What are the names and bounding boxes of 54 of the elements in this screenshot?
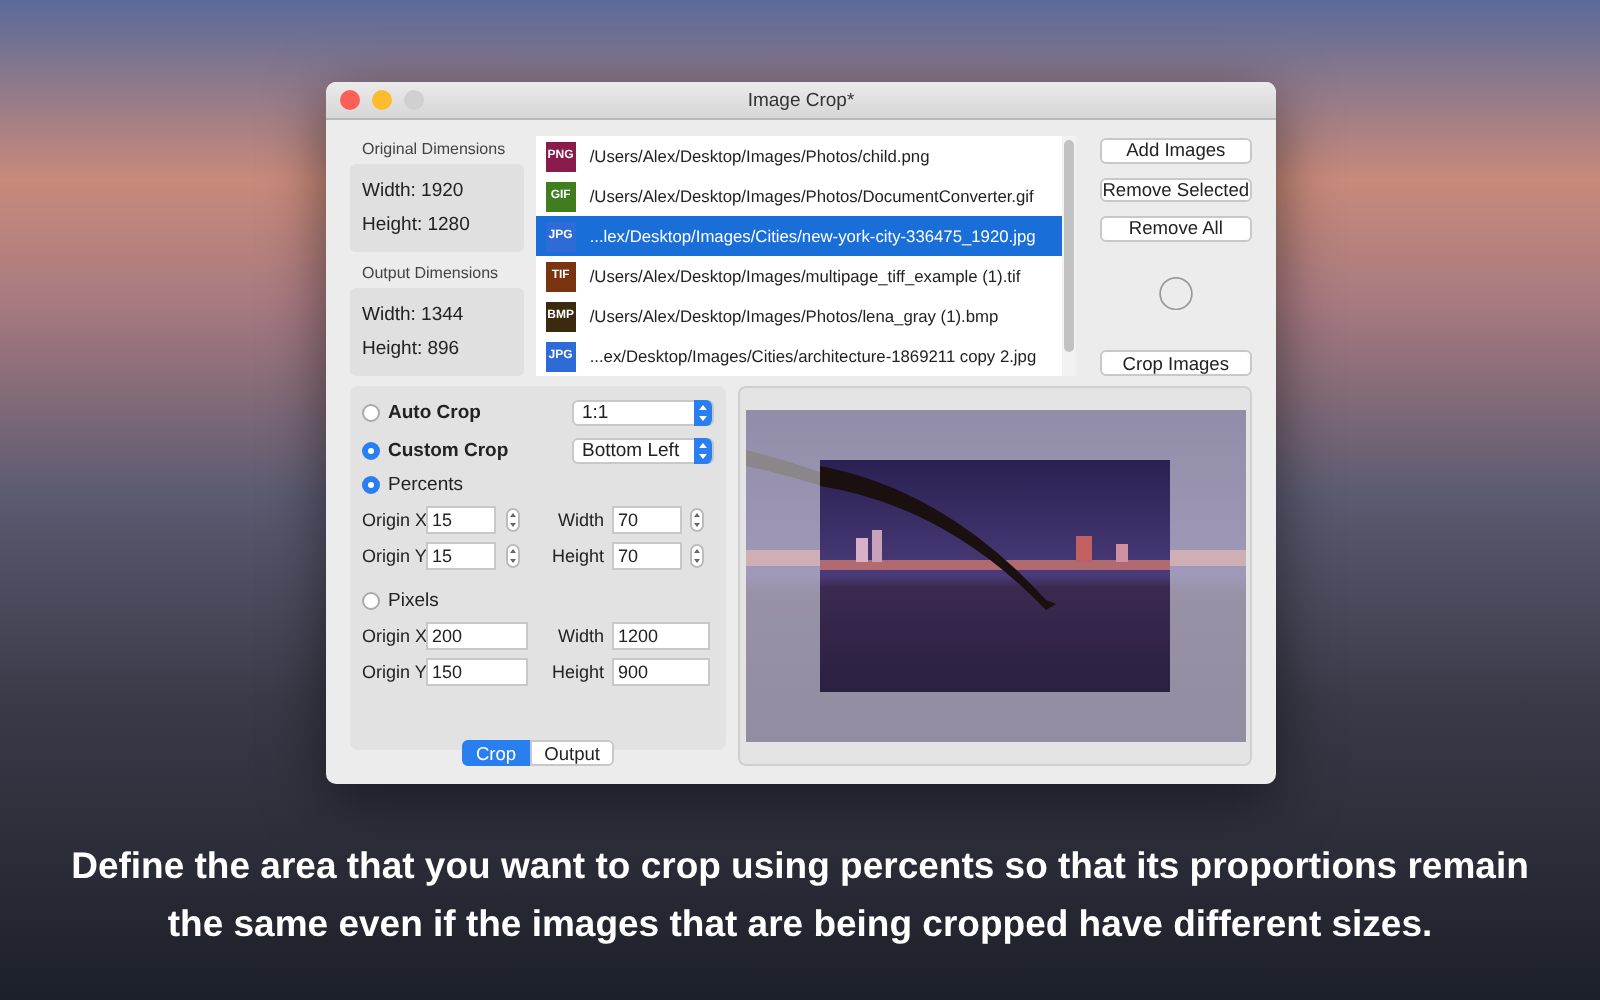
field-label: Width [555, 626, 606, 646]
file-path: /Users/Alex/Desktop/Images/Photos/DocumentConverter.gif [589, 186, 1034, 206]
file-path: /Users/Alex/Desktop/Images/multipage_tiff_example (1).tif [589, 266, 1021, 286]
action-button[interactable]: Remove All [1099, 216, 1252, 242]
stepper[interactable] [505, 544, 519, 568]
field-label: Width [555, 510, 606, 530]
field-label: Origin X [362, 626, 426, 646]
panel-heading: Output Dimensions [360, 262, 501, 286]
progress-circle-icon [1155, 275, 1196, 311]
action-button[interactable]: Remove Selected [1099, 177, 1252, 203]
radio-label: Custom Crop [388, 439, 509, 461]
file-path: /Users/Alex/Desktop/Images/Photos/child.png [589, 146, 930, 166]
input-field[interactable]: 70 [612, 542, 682, 570]
stepper[interactable] [505, 508, 519, 532]
input-field[interactable]: 15 [426, 542, 496, 570]
input-field[interactable]: 15 [426, 506, 496, 534]
width-text: Width: 1344 [362, 304, 466, 326]
stepper[interactable] [689, 508, 703, 532]
dropdown[interactable]: Bottom Left [572, 437, 714, 463]
radio-button[interactable] [362, 592, 380, 610]
close-button[interactable] [340, 90, 360, 110]
radio-button[interactable] [362, 476, 380, 494]
radio-label: Pixels [388, 590, 439, 612]
width-text: Width: 1920 [362, 180, 466, 202]
dropdown-arrows-icon [694, 437, 712, 463]
height-text: Height: 896 [362, 338, 462, 360]
input-field[interactable]: 200 [426, 622, 528, 650]
tab[interactable]: Crop [461, 740, 531, 766]
field-label: Origin X [362, 510, 426, 530]
input-field[interactable]: 70 [612, 506, 682, 534]
input-field[interactable]: 1200 [612, 622, 710, 650]
action-button[interactable]: Add Images [1099, 138, 1252, 164]
field-label: Height [549, 546, 606, 566]
height-text: Height: 1280 [362, 214, 472, 236]
field-label: Origin Y [362, 662, 426, 682]
panel-heading: Original Dimensions [360, 138, 508, 162]
input-field[interactable]: 150 [426, 658, 528, 686]
file-path: ...lex/Desktop/Images/Cities/new-york-city-336475_1920.jpg [589, 226, 1036, 246]
caption-text: Define the area that you want to crop using percents so that its proportions remain the same even if the images that are being cropped have different sizes. [69, 842, 1531, 948]
field-label: Origin Y [362, 546, 426, 566]
dropdown[interactable]: 1:1 [572, 399, 714, 425]
radio-label: Percents [388, 474, 463, 496]
input-field[interactable]: 900 [612, 658, 710, 686]
radio-label: Auto Crop [388, 401, 481, 423]
crop-images-button[interactable]: Crop Images [1099, 350, 1252, 377]
field-label: Height [549, 662, 606, 682]
tab[interactable]: Output [530, 740, 615, 766]
stepper[interactable] [689, 544, 703, 568]
radio-button[interactable] [362, 441, 380, 459]
radio-button[interactable] [362, 403, 380, 421]
file-path: ...ex/Desktop/Images/Cities/architecture-1869211 copy 2.jpg [589, 346, 1037, 366]
file-path: /Users/Alex/Desktop/Images/Photos/lena_gray (1).bmp [589, 306, 999, 326]
window-title: Image Crop* [747, 89, 855, 111]
dropdown-arrows-icon [694, 399, 712, 425]
